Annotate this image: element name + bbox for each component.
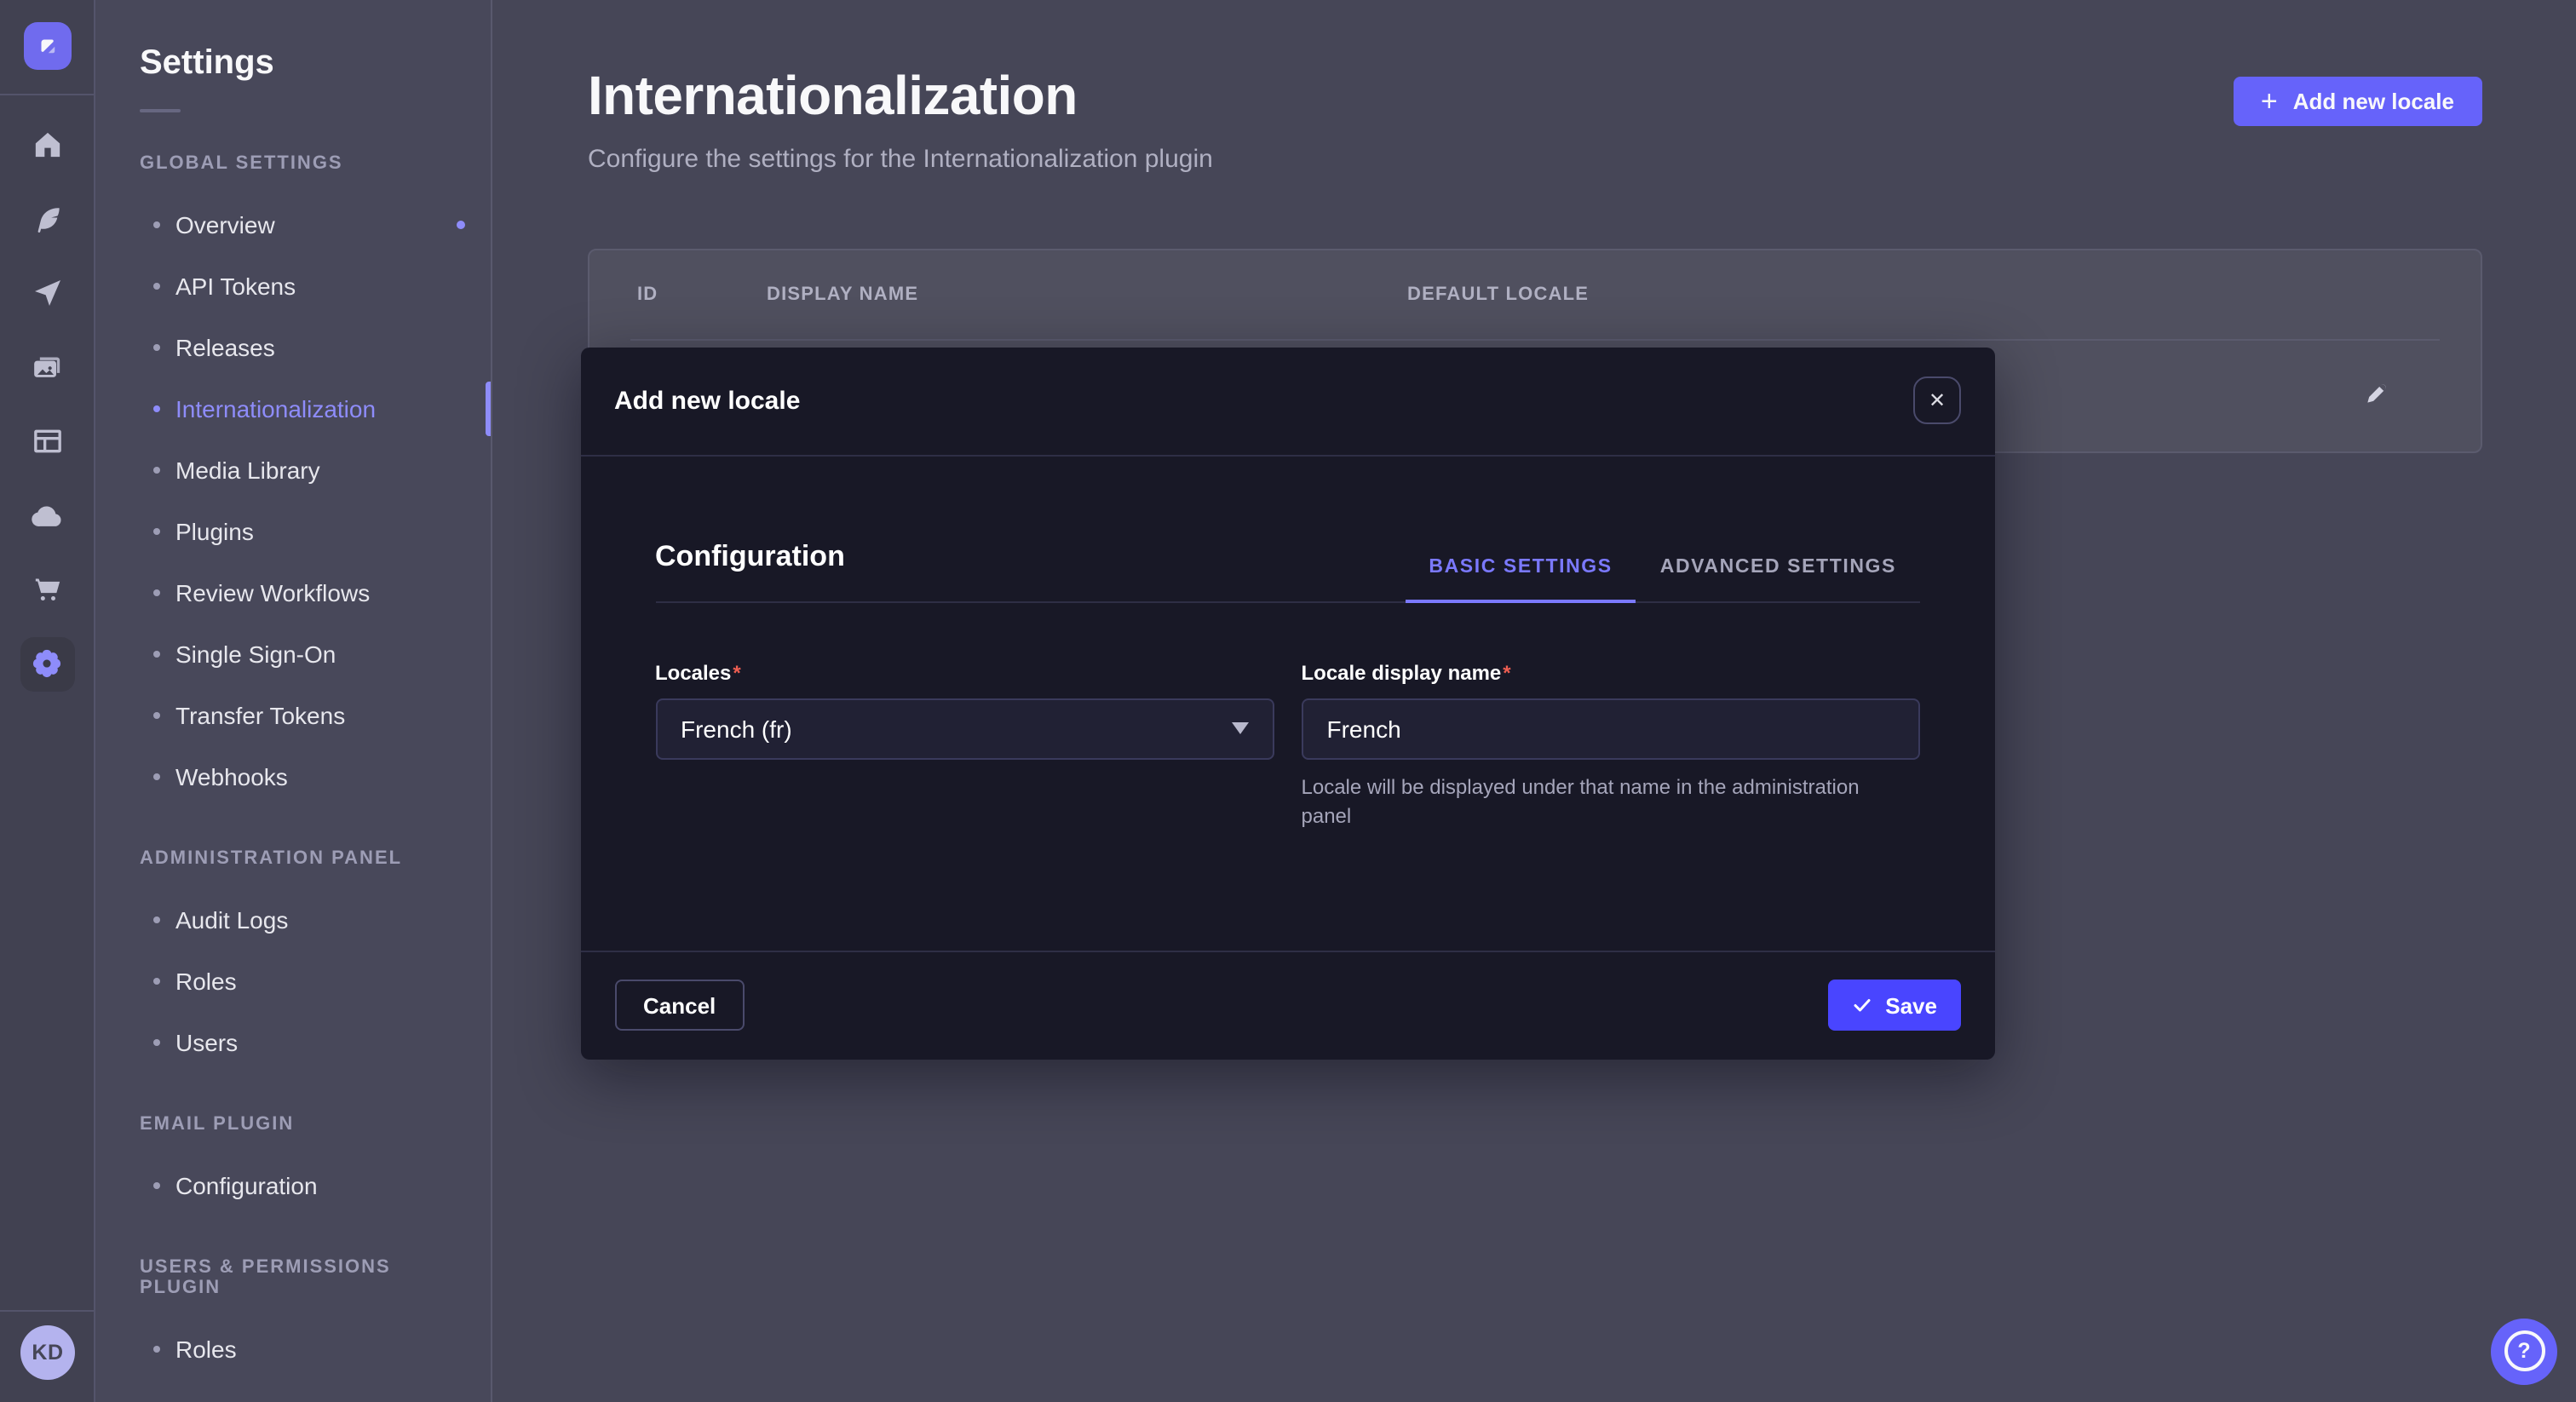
display-name-field: Locale display name* Locale will be disp…	[1302, 660, 1921, 830]
required-asterisk: *	[1503, 660, 1510, 684]
form-fields: Locales* French (fr) Locale display name…	[655, 660, 1920, 830]
screen: KD Settings GLOBAL SETTINGSOverviewAPI T…	[0, 0, 2576, 1402]
modal-title: Add new locale	[614, 386, 800, 415]
configuration-title: Configuration	[655, 539, 845, 600]
required-asterisk: *	[733, 660, 740, 684]
modal-footer: Cancel Save	[580, 950, 1995, 1059]
modal-header: Add new locale ✕	[580, 347, 1995, 456]
display-name-input[interactable]	[1302, 698, 1921, 759]
display-name-hint: Locale will be displayed under that name…	[1302, 773, 1901, 830]
locales-label: Locales*	[655, 660, 1274, 684]
display-name-label: Locale display name*	[1302, 660, 1921, 684]
save-label: Save	[1885, 992, 1937, 1018]
chevron-down-icon	[1232, 722, 1249, 734]
settings-tabs: BASIC SETTINGSADVANCED SETTINGS	[1405, 556, 1920, 600]
tab-basic-settings[interactable]: BASIC SETTINGS	[1405, 556, 1636, 602]
locales-field: Locales* French (fr)	[655, 660, 1274, 830]
strapi-admin-app: KD Settings GLOBAL SETTINGSOverviewAPI T…	[0, 0, 2576, 1402]
configuration-header-row: Configuration BASIC SETTINGSADVANCED SET…	[655, 539, 1920, 602]
check-icon	[1851, 995, 1872, 1015]
modal-body: Configuration BASIC SETTINGSADVANCED SET…	[580, 539, 1995, 830]
tab-advanced-settings[interactable]: ADVANCED SETTINGS	[1636, 556, 1920, 602]
close-icon[interactable]: ✕	[1913, 376, 1961, 424]
locales-select[interactable]: French (fr)	[655, 698, 1274, 759]
save-button[interactable]: Save	[1827, 980, 1961, 1031]
cancel-button[interactable]: Cancel	[614, 980, 745, 1031]
locales-select-value: French (fr)	[681, 715, 792, 742]
add-locale-modal: Add new locale ✕ Configuration BASIC SET…	[580, 347, 1995, 1059]
